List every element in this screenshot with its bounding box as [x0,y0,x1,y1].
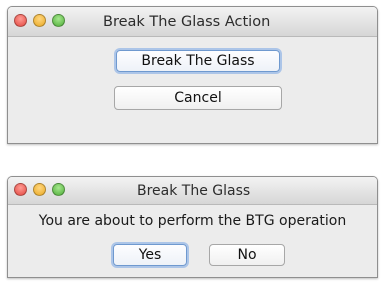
window-title: Break The Glass [137,183,251,199]
no-button[interactable]: No [209,244,285,266]
zoom-window-icon[interactable] [52,14,65,27]
window-controls [14,183,65,196]
cancel-button[interactable]: Cancel [114,86,282,110]
minimize-window-icon[interactable] [33,14,46,27]
window-title: Break The Glass Action [103,14,271,30]
minimize-window-icon[interactable] [33,183,46,196]
title-bar: Break The Glass [8,177,377,205]
break-the-glass-confirm-dialog: Break The Glass You are about to perform… [7,176,378,278]
zoom-window-icon[interactable] [52,183,65,196]
close-window-icon[interactable] [14,183,27,196]
break-the-glass-action-dialog: Break The Glass Action Break The Glass C… [7,6,378,144]
yes-button[interactable]: Yes [113,244,187,266]
window-controls [14,14,65,27]
break-the-glass-button[interactable]: Break The Glass [116,50,280,72]
confirmation-message: You are about to perform the BTG operati… [38,213,347,229]
close-window-icon[interactable] [14,14,27,27]
title-bar: Break The Glass Action [8,7,377,37]
